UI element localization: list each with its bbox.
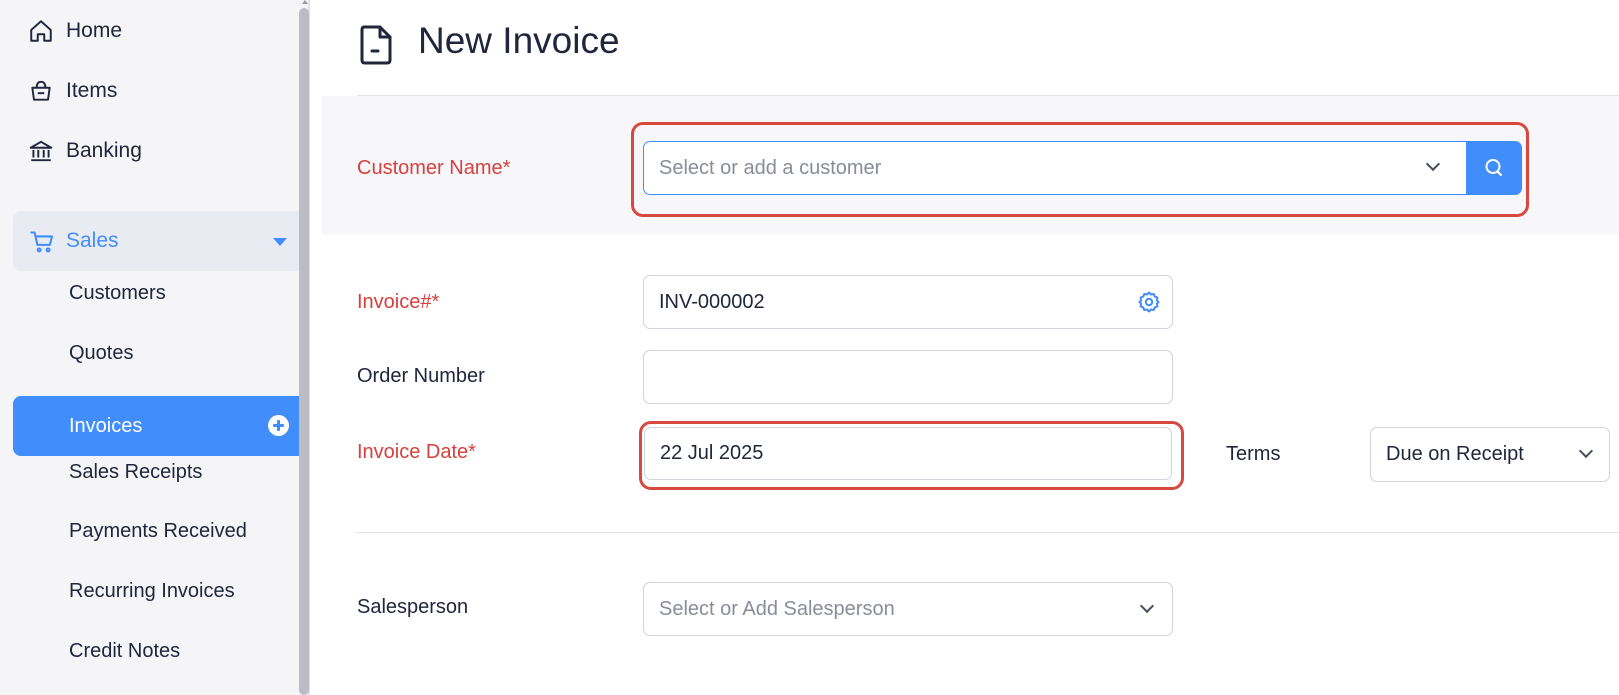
bank-icon <box>29 140 53 162</box>
caret-down-icon[interactable] <box>273 238 287 246</box>
cart-icon <box>30 230 54 252</box>
terms-value: Due on Receipt <box>1386 443 1524 465</box>
terms-select[interactable]: Due on Receipt <box>1370 427 1610 482</box>
customer-name-label: Customer Name* <box>357 157 511 179</box>
order-number-field[interactable] <box>643 350 1173 404</box>
divider <box>356 532 1619 533</box>
document-icon <box>360 25 392 65</box>
terms-label: Terms <box>1226 443 1281 465</box>
sidebar-item-customers[interactable]: Customers <box>69 282 166 305</box>
salesperson-select[interactable]: Select or Add Salesperson <box>643 582 1173 636</box>
gear-icon[interactable] <box>1137 290 1161 314</box>
invoice-date-highlight <box>639 421 1184 490</box>
sidebar-item-credit-notes[interactable]: Credit Notes <box>69 640 180 663</box>
salesperson-placeholder: Select or Add Salesperson <box>659 597 895 620</box>
sidebar-group-label: Sales <box>66 229 119 252</box>
sidebar-item-quotes[interactable]: Quotes <box>69 342 133 365</box>
basket-icon <box>31 80 51 101</box>
sidebar-group-sales[interactable]: Sales <box>13 211 307 271</box>
sidebar-item-recurring-invoices[interactable]: Recurring Invoices <box>69 580 235 603</box>
salesperson-label: Salesperson <box>357 596 469 618</box>
sidebar-item-label: Invoices <box>69 414 143 437</box>
page-title: New Invoice <box>418 20 620 61</box>
invoice-number-value: INV-000002 <box>659 290 765 313</box>
home-icon <box>30 20 52 42</box>
order-number-label: Order Number <box>357 365 485 387</box>
sidebar-scrollbar[interactable] <box>299 8 309 695</box>
scroll-up-arrow-icon[interactable] <box>302 0 308 4</box>
sidebar-item-payments-received[interactable]: Payments Received <box>69 520 247 543</box>
sidebar-item-label: Items <box>66 79 118 102</box>
sidebar-item-banking[interactable]: Banking <box>28 138 142 164</box>
sidebar-item-label: Home <box>66 19 123 42</box>
sidebar-item-home[interactable]: Home <box>28 18 122 44</box>
invoice-number-label: Invoice#* <box>357 291 440 313</box>
sidebar-item-label: Banking <box>66 139 142 162</box>
chevron-down-icon <box>1139 598 1155 614</box>
add-invoice-icon[interactable] <box>268 415 289 436</box>
invoice-date-label: Invoice Date* <box>357 441 476 463</box>
customer-name-highlight <box>631 122 1529 217</box>
invoice-number-field[interactable]: INV-000002 <box>643 275 1173 329</box>
sidebar-item-items[interactable]: Items <box>28 78 117 104</box>
sidebar: Home Items Banking Sales Customers Quote… <box>0 0 310 695</box>
chevron-down-icon <box>1578 443 1594 459</box>
sidebar-item-sales-receipts[interactable]: Sales Receipts <box>69 461 202 484</box>
sidebar-item-invoices[interactable]: Invoices <box>13 396 307 456</box>
